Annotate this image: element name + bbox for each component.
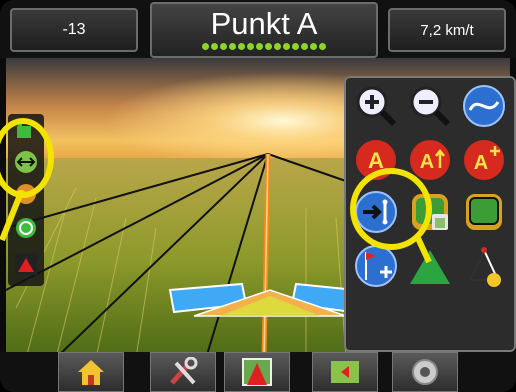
field-view-tab[interactable] bbox=[312, 352, 378, 392]
mark-a-plus-icon[interactable]: A bbox=[462, 138, 506, 182]
pointer-line-panel bbox=[415, 236, 432, 264]
page-title: Punkt A bbox=[210, 6, 318, 41]
curve-guideline-icon[interactable] bbox=[462, 84, 506, 128]
cross-track-error: -13 bbox=[10, 8, 138, 52]
field-view-icon bbox=[331, 361, 359, 383]
svg-text:A: A bbox=[474, 152, 488, 174]
app-frame: -13 Punkt A 7,2 km/t A A A bbox=[0, 0, 516, 392]
zoom-out-icon[interactable] bbox=[408, 84, 452, 128]
lightbar-dot bbox=[247, 43, 254, 50]
lightbar-dot bbox=[283, 43, 290, 50]
lightbar-dot bbox=[238, 43, 245, 50]
bottom-navigation bbox=[0, 352, 516, 392]
lightbar-indicator bbox=[152, 43, 376, 50]
home-tab[interactable] bbox=[58, 352, 124, 392]
cross-track-value: -13 bbox=[62, 21, 86, 38]
home-icon bbox=[78, 360, 104, 385]
speed-display: 7,2 km/t bbox=[388, 8, 506, 52]
guidance-view-icon bbox=[242, 358, 272, 386]
speed-value: 7,2 km/t bbox=[420, 21, 474, 39]
pivot-guideline-icon[interactable] bbox=[462, 244, 506, 288]
lightbar-dot bbox=[211, 43, 218, 50]
zoom-in-icon[interactable] bbox=[354, 84, 398, 128]
title-box: Punkt A bbox=[150, 2, 378, 58]
lightbar-dot bbox=[319, 43, 326, 50]
lightbar-dot bbox=[292, 43, 299, 50]
add-marker-icon[interactable] bbox=[354, 244, 398, 288]
tools-tab[interactable] bbox=[150, 352, 216, 392]
lightbar-dot bbox=[301, 43, 308, 50]
vehicle-icon[interactable] bbox=[14, 252, 38, 276]
lightbar-dot bbox=[202, 43, 209, 50]
lightbar-dot bbox=[265, 43, 272, 50]
lightbar-dot bbox=[220, 43, 227, 50]
camera-tab[interactable] bbox=[392, 352, 458, 392]
tools-icon bbox=[170, 357, 198, 385]
svg-text:A: A bbox=[420, 151, 434, 173]
lightbar-dot bbox=[256, 43, 263, 50]
lightbar-dot bbox=[229, 43, 236, 50]
lightbar-dot bbox=[274, 43, 281, 50]
status-bar: -13 Punkt A 7,2 km/t bbox=[0, 0, 516, 58]
camera-icon bbox=[412, 359, 438, 385]
boundary-icon[interactable] bbox=[462, 190, 506, 234]
pointer-line bbox=[0, 190, 25, 242]
guidance-view-tab[interactable] bbox=[224, 352, 290, 392]
lightbar-dot bbox=[310, 43, 317, 50]
